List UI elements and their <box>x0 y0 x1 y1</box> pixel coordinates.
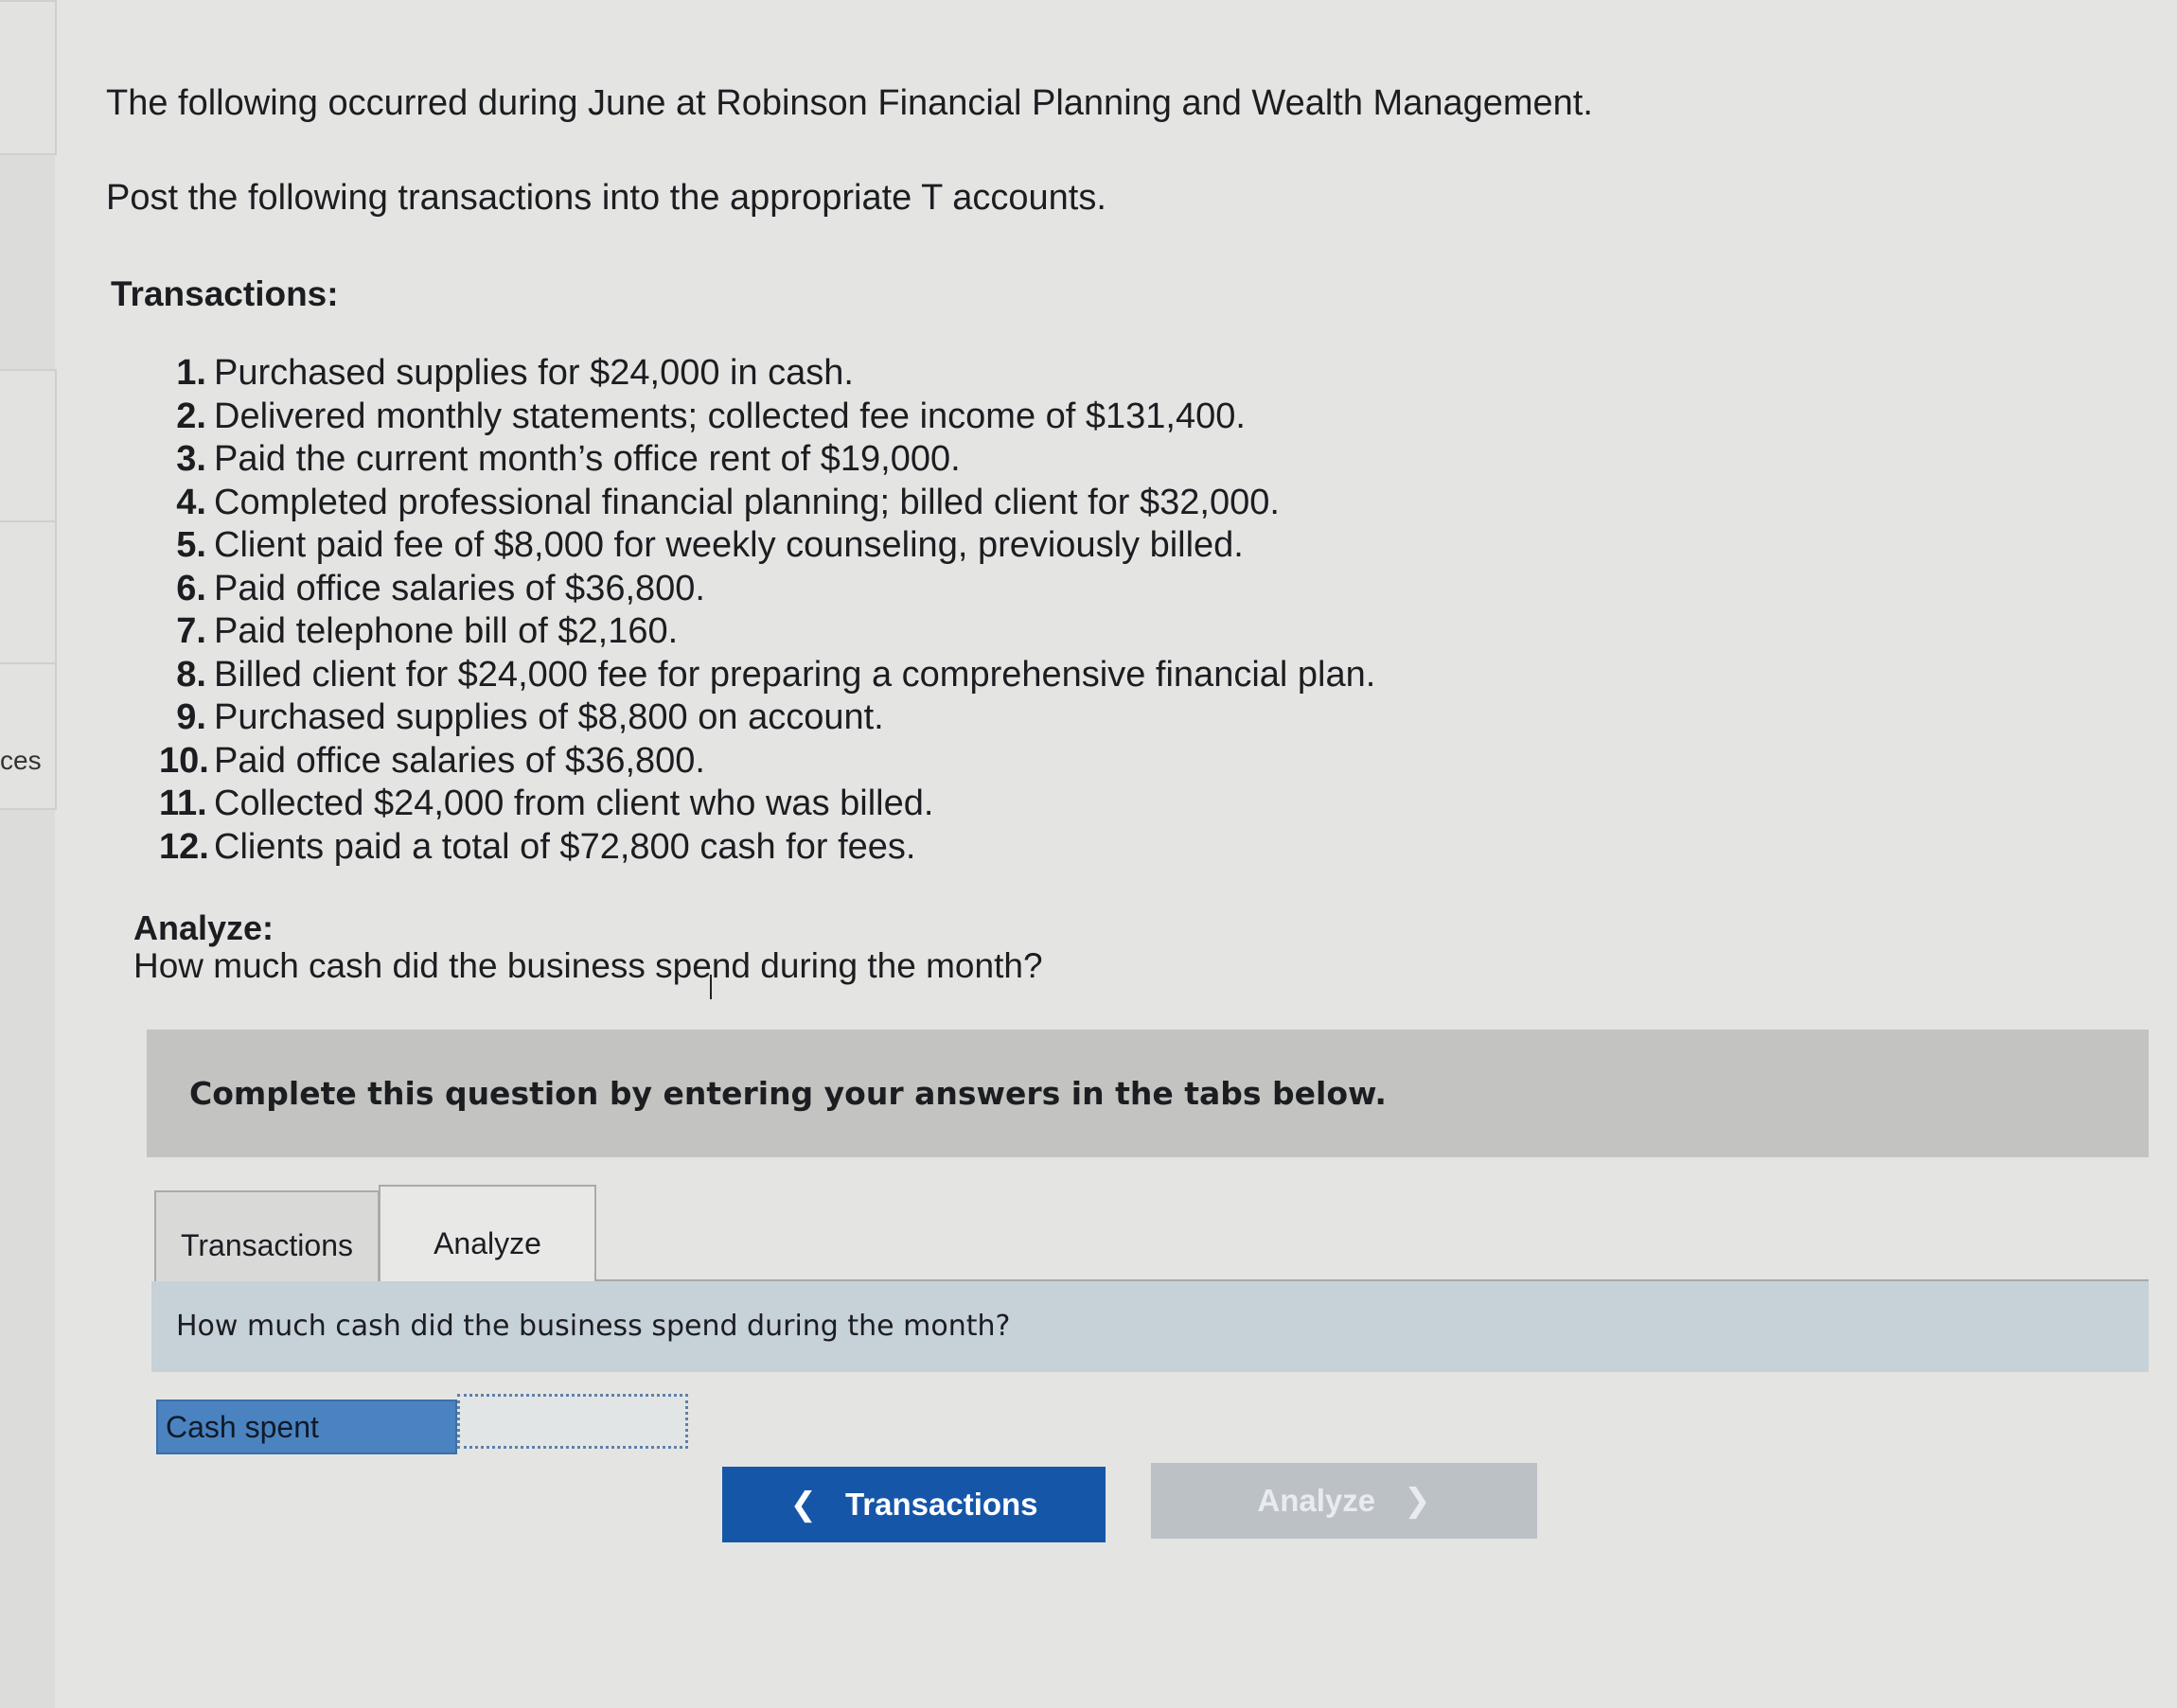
cash-spent-input[interactable] <box>457 1394 688 1449</box>
sidebar-panel[interactable] <box>0 662 57 810</box>
chevron-right-icon: ❯ <box>1404 1482 1431 1520</box>
instruction-text: Post the following transactions into the… <box>106 178 1106 218</box>
next-analyze-button[interactable]: Analyze ❯ <box>1151 1463 1537 1539</box>
list-item: 1. Purchased supplies for $24,000 in cash… <box>176 353 854 393</box>
sidebar-label-fragment[interactable]: ces <box>0 746 42 776</box>
sidebar-panel[interactable] <box>0 520 57 666</box>
list-item: 9. Purchased supplies of $8,800 on accoun… <box>176 697 884 737</box>
banner-text: Complete this question by entering your … <box>189 1075 1387 1112</box>
sidebar-panel[interactable] <box>0 0 57 155</box>
list-item: 7. Paid telephone bill of $2,160. <box>176 611 679 651</box>
cash-spent-label: Cash spent <box>156 1400 457 1454</box>
transactions-heading: Transactions: <box>111 274 339 313</box>
left-sidebar: ces <box>0 0 57 1708</box>
transactions-list: 1. Purchased supplies for $24,000 in cash… <box>159 352 1375 869</box>
text-cursor-icon <box>710 975 729 999</box>
list-item: 2. Delivered monthly statements; collecte… <box>176 396 1246 436</box>
question-bar: How much cash did the business spend dur… <box>151 1281 2149 1372</box>
list-item: 12. Clients paid a total of $72,800 cash … <box>159 826 916 867</box>
instruction-banner: Complete this question by entering your … <box>147 1030 2149 1157</box>
list-item: 4. Completed professional financial plann… <box>176 482 1280 522</box>
sidebar-panel[interactable] <box>0 369 57 524</box>
chevron-left-icon: ❮ <box>789 1486 817 1523</box>
analyze-heading: Analyze: <box>133 908 274 947</box>
list-item: 6. Paid office salaries of $36,800. <box>176 568 705 608</box>
list-item: 10. Paid office salaries of $36,800. <box>159 740 705 781</box>
list-item: 11. Collected $24,000 from client who was… <box>159 784 934 823</box>
question-text: How much cash did the business spend dur… <box>176 1310 1011 1343</box>
prev-button-label: Transactions <box>844 1487 1038 1522</box>
next-button-label: Analyze <box>1257 1483 1376 1518</box>
list-item: 8. Billed client for $24,000 fee for prep… <box>176 654 1376 695</box>
intro-text: The following occurred during June at Ro… <box>106 83 1593 123</box>
list-item: 5. Client paid fee of $8,000 for weekly c… <box>176 525 1244 565</box>
list-item: 3. Paid the current month’s office rent o… <box>176 439 961 479</box>
prev-transactions-button[interactable]: ❮ Transactions <box>722 1467 1106 1542</box>
analyze-question: How much cash did the business spend dur… <box>133 946 1043 985</box>
